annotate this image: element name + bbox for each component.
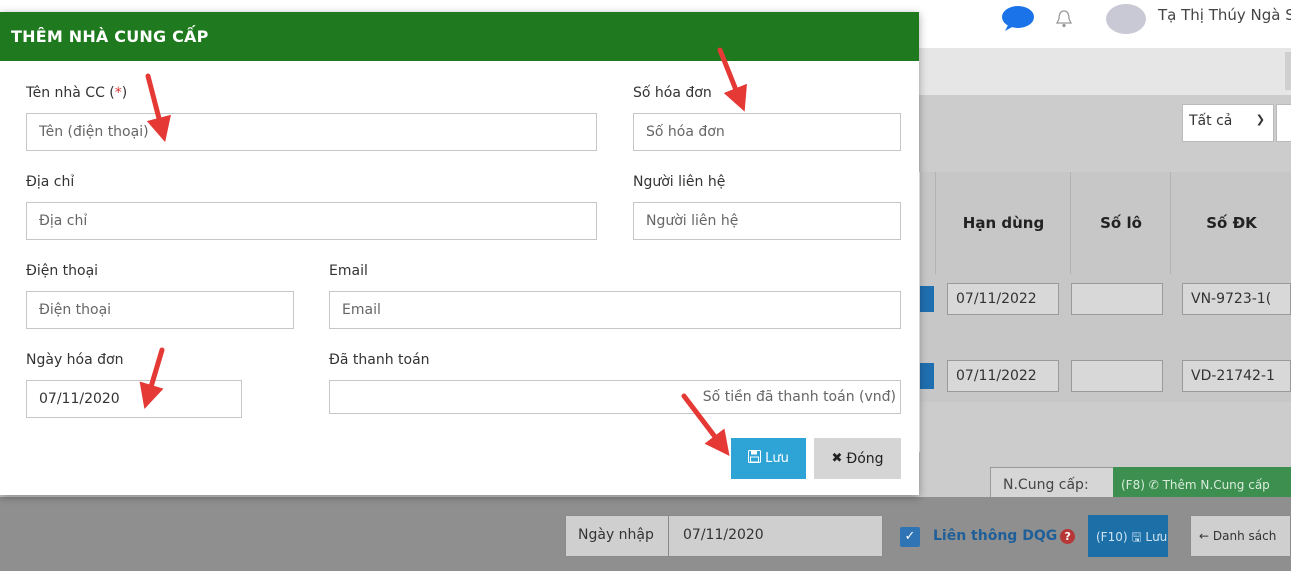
danh-sach-button[interactable]: ← Danh sách	[1190, 515, 1291, 557]
ngay-nhap-input[interactable]: 07/11/2020	[669, 515, 883, 557]
required-mark: *	[114, 85, 122, 101]
column-header-so-lo: Số lô	[1070, 172, 1171, 274]
save-button-label: Lưu	[765, 451, 789, 466]
f10-save-button[interactable]: (F10) 🖫 Lưu	[1088, 515, 1168, 557]
invoice-date-label: Ngày hóa đơn	[26, 352, 124, 368]
x-icon: ✖	[831, 451, 843, 466]
table-footer	[920, 402, 1291, 452]
row-action-button[interactable]	[920, 286, 934, 312]
scrollbar[interactable]	[1285, 52, 1291, 90]
save-button[interactable]: Lưu	[731, 438, 806, 479]
email-field[interactable]	[329, 291, 901, 329]
paid-amount-input[interactable]	[329, 380, 901, 414]
lien-thong-label: Liên thông DQG	[933, 528, 1058, 544]
phone-label: Điện thoại	[26, 263, 99, 279]
chat-icon[interactable]	[1000, 5, 1036, 31]
supplier-name-label-text: Tên nhà CC (	[26, 85, 115, 101]
close-button[interactable]: ✖ Đóng	[814, 438, 901, 479]
row-so-dk[interactable]: VN-9723-1(	[1182, 283, 1291, 315]
user-name[interactable]: Tạ Thị Thúy Ngà S...	[1158, 6, 1291, 24]
floppy-disk-icon	[748, 450, 762, 467]
filter-select-value: Tất cả	[1189, 113, 1233, 129]
row-han-dung[interactable]: 07/11/2022	[947, 283, 1059, 315]
row-so-lo[interactable]	[1071, 283, 1163, 315]
question-circle-icon[interactable]: ?	[1060, 529, 1076, 544]
invoice-number-label: Số hóa đơn	[633, 85, 712, 101]
lien-thong-dqg[interactable]: Liên thông DQG?	[933, 528, 1076, 544]
row-han-dung[interactable]: 07/11/2022	[947, 360, 1059, 392]
row-action-button[interactable]	[920, 363, 934, 389]
ngay-nhap-label: Ngày nhập	[565, 515, 669, 557]
supplier-name-label-suffix: )	[121, 85, 128, 101]
column-header-so-dk: Số ĐK	[1170, 172, 1291, 274]
checkbox-checked-icon[interactable]: ✓	[900, 527, 920, 547]
contact-person-input[interactable]	[633, 202, 901, 240]
supplier-name-label: Tên nhà CC (*)	[26, 85, 127, 101]
phone-input[interactable]	[26, 291, 294, 329]
filter-select[interactable]: Tất cả ❯	[1182, 104, 1274, 142]
column-header-han-dung: Hạn dùng	[935, 172, 1071, 274]
invoice-number-input[interactable]	[633, 113, 901, 151]
row-so-lo[interactable]	[1071, 360, 1163, 392]
address-input[interactable]	[26, 202, 597, 240]
contact-person-label: Người liên hệ	[633, 174, 726, 190]
modal-title: THÊM NHÀ CUNG CẤP	[11, 27, 209, 46]
bell-icon[interactable]	[1056, 10, 1072, 28]
paid-amount-label: Đã thanh toán	[329, 352, 430, 368]
close-button-label: Đóng	[846, 450, 884, 467]
address-label: Địa chỉ	[26, 174, 75, 190]
email-label: Email	[329, 263, 368, 279]
chevron-down-icon: ❯	[1255, 113, 1265, 126]
avatar[interactable]	[1106, 4, 1146, 34]
supplier-name-input[interactable]	[26, 113, 597, 151]
add-supplier-modal: THÊM NHÀ CUNG CẤP Tên nhà CC (*) Số hóa …	[0, 12, 919, 495]
invoice-date-input[interactable]	[26, 380, 242, 418]
row-so-dk[interactable]: VD-21742-1	[1182, 360, 1291, 392]
filter-select-secondary[interactable]	[1276, 104, 1291, 142]
modal-header: THÊM NHÀ CUNG CẤP	[0, 12, 919, 61]
